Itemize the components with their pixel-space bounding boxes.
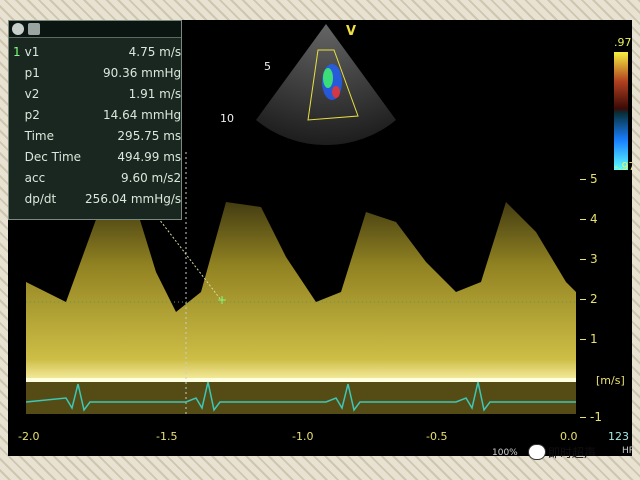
color-doppler-sector — [256, 24, 396, 146]
velocity-tick: 1 — [580, 332, 598, 346]
measurement-value: 1.91 m/s — [128, 87, 182, 101]
velocity-tick: 2 — [580, 292, 598, 306]
ultrasound-frame: V 5 10 .97 -.97 + 5 4 3 2 1 -1 [m/s] 123… — [0, 0, 640, 480]
measurement-label: v1 — [24, 45, 40, 59]
measurement-row: dp/dt 256.04 mmHg/s — [9, 189, 187, 210]
measurement-label: v2 — [24, 87, 40, 101]
measurement-index — [9, 105, 23, 126]
time-tick: -1.5 — [156, 430, 178, 443]
measurement-label: acc — [24, 171, 46, 185]
measurement-row: p1 90.36 mmHg — [9, 63, 187, 84]
velocity-tick: -1 — [580, 410, 602, 424]
measurement-row: p2 14.64 mmHg — [9, 105, 187, 126]
measurement-index — [9, 63, 23, 84]
measurement-index — [9, 84, 23, 105]
time-tick: -2.0 — [18, 430, 40, 443]
measurement-value: 256.04 mmHg/s — [85, 192, 182, 206]
velocity-unit: [m/s] — [596, 374, 625, 387]
sector-marker: V — [346, 24, 357, 39]
measurement-value: 9.60 m/s2 — [121, 171, 182, 185]
measurement-value: 295.75 ms — [117, 129, 182, 143]
measurement-label: p1 — [24, 66, 40, 80]
panel-edit-button[interactable] — [28, 23, 40, 35]
time-tick: -1.0 — [292, 430, 314, 443]
sweep-speed-label: 100% — [492, 448, 518, 456]
measurement-row: acc 9.60 m/s2 — [9, 168, 187, 189]
measurement-row: Time 295.75 ms — [9, 126, 187, 147]
heart-rate-label: HR — [622, 446, 632, 456]
watermark-text: 即时超声 — [548, 446, 597, 460]
measurement-index — [9, 168, 23, 189]
color-scale-max: .97 — [614, 36, 632, 49]
measurement-value: 90.36 mmHg — [102, 66, 182, 80]
time-tick: 0.0 — [560, 430, 578, 443]
measurement-value: 14.64 mmHg — [102, 108, 182, 122]
velocity-tick: 3 — [580, 252, 598, 266]
panel-toggle-button[interactable] — [12, 23, 24, 35]
measurement-label: Time — [24, 129, 55, 143]
svg-text:+: + — [217, 293, 227, 307]
measurement-value: 494.99 ms — [117, 150, 182, 164]
depth-label-5: 5 — [264, 60, 271, 73]
measurement-index — [9, 126, 23, 147]
measurement-table: 1 v1 4.75 m/s p1 90.36 mmHg v2 1.91 m/s p2 14.64… — [9, 42, 187, 210]
measurement-panel: 1 v1 4.75 m/s p1 90.36 mmHg v2 1.91 m/s p2 14.64… — [8, 20, 182, 220]
measurement-row: Dec Time 494.99 ms — [9, 147, 187, 168]
measurement-panel-toolbar — [9, 21, 181, 38]
watermark-logo-icon — [528, 444, 546, 460]
measurement-index — [9, 147, 23, 168]
measurement-row: 1 v1 4.75 m/s — [9, 42, 187, 63]
velocity-tick: 5 — [580, 172, 598, 186]
measurement-index — [9, 189, 23, 210]
measurement-label: p2 — [24, 108, 40, 122]
ultrasound-screen: V 5 10 .97 -.97 + 5 4 3 2 1 -1 [m/s] 123… — [8, 20, 632, 456]
measurement-index: 1 — [13, 45, 21, 59]
measurement-label: Dec Time — [24, 150, 82, 164]
time-tick: -0.5 — [426, 430, 448, 443]
measurement-value: 4.75 m/s — [128, 45, 182, 59]
measurement-label: dp/dt — [24, 192, 57, 206]
depth-label-10: 10 — [220, 112, 234, 125]
measurement-row: v2 1.91 m/s — [9, 84, 187, 105]
velocity-tick: 4 — [580, 212, 598, 226]
